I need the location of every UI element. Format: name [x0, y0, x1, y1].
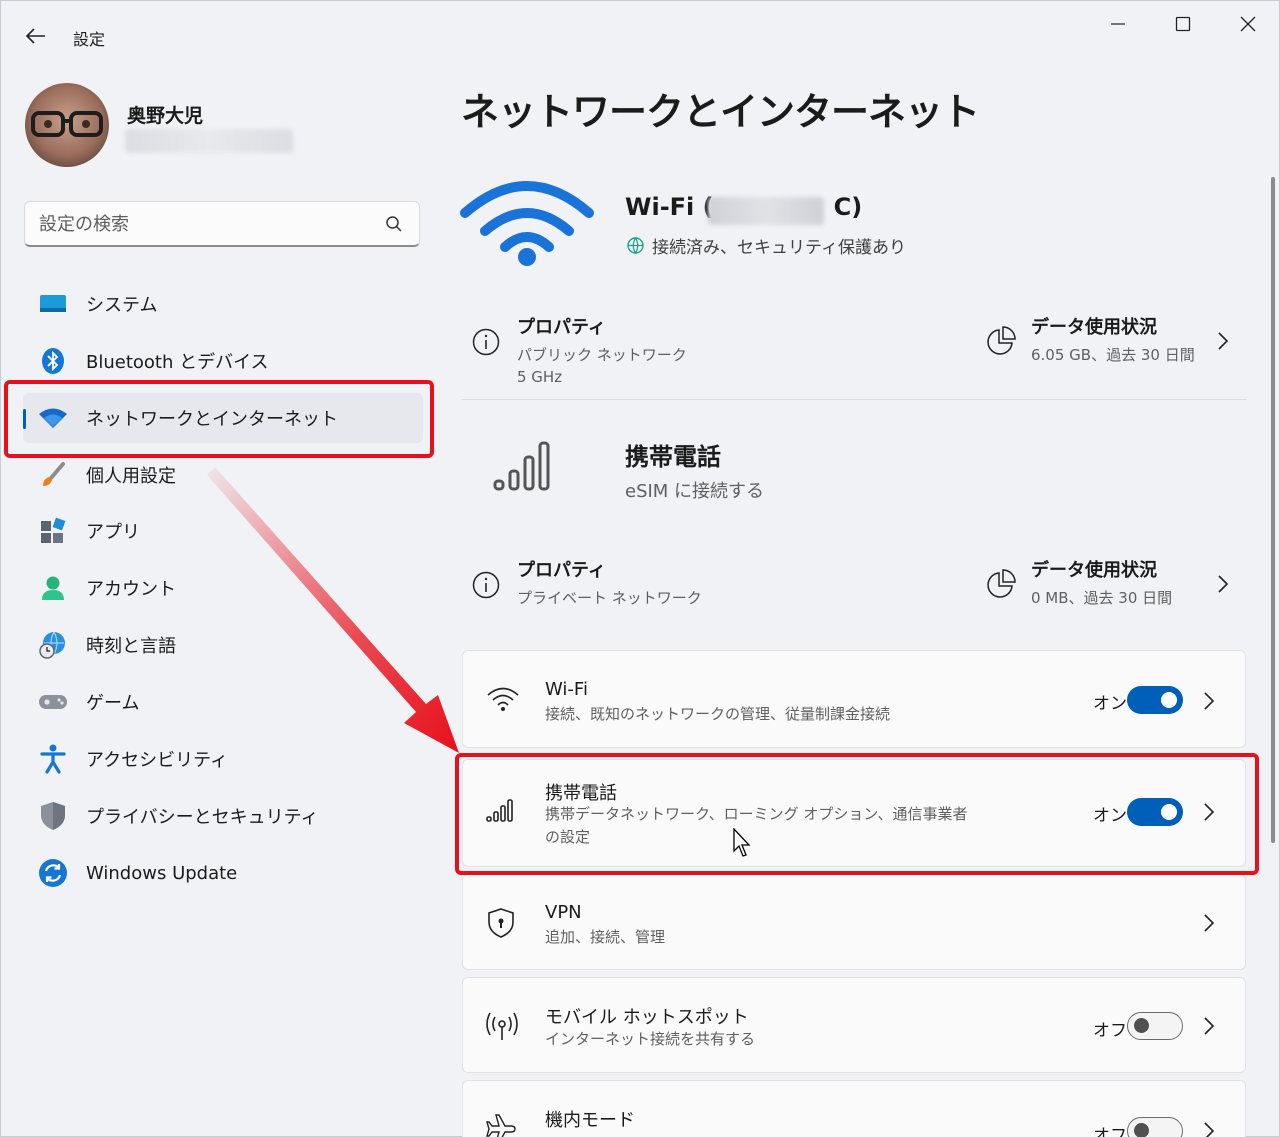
mouse-cursor-icon	[733, 828, 751, 857]
annotation-arrow	[207, 467, 459, 753]
settings-window: 設定 奥野大児 システム	[0, 0, 1280, 1137]
